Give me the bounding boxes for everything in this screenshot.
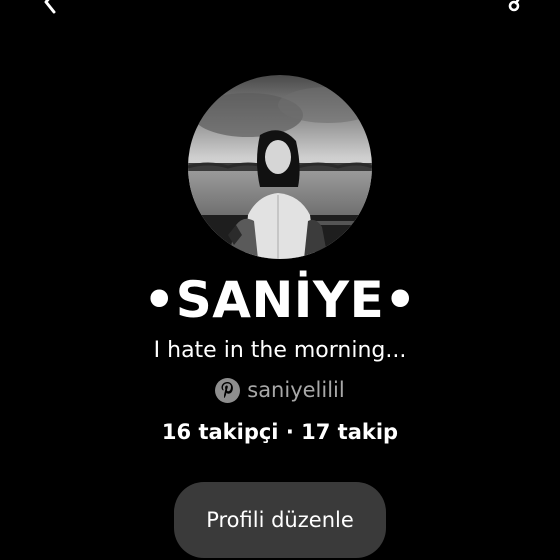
share-icon[interactable] bbox=[506, 0, 530, 14]
username-row: saniyelilil bbox=[0, 375, 560, 405]
followers-count[interactable]: 16 takipçi bbox=[162, 420, 279, 444]
pinterest-icon bbox=[215, 377, 241, 403]
profile-bio: I hate in the morning... bbox=[153, 338, 407, 363]
avatar[interactable] bbox=[188, 75, 372, 259]
follow-stats: 16 takipçi · 17 takip bbox=[0, 417, 560, 447]
profile-display-name: •SANİYE• bbox=[143, 271, 417, 329]
back-chevron-icon[interactable] bbox=[38, 0, 62, 14]
username-text: saniyelilil bbox=[247, 378, 345, 402]
stats-separator: · bbox=[278, 420, 302, 444]
following-count[interactable]: 17 takip bbox=[301, 420, 398, 444]
profile-photo-icon bbox=[188, 75, 372, 259]
edit-profile-button[interactable]: Profili düzenle bbox=[174, 482, 386, 558]
